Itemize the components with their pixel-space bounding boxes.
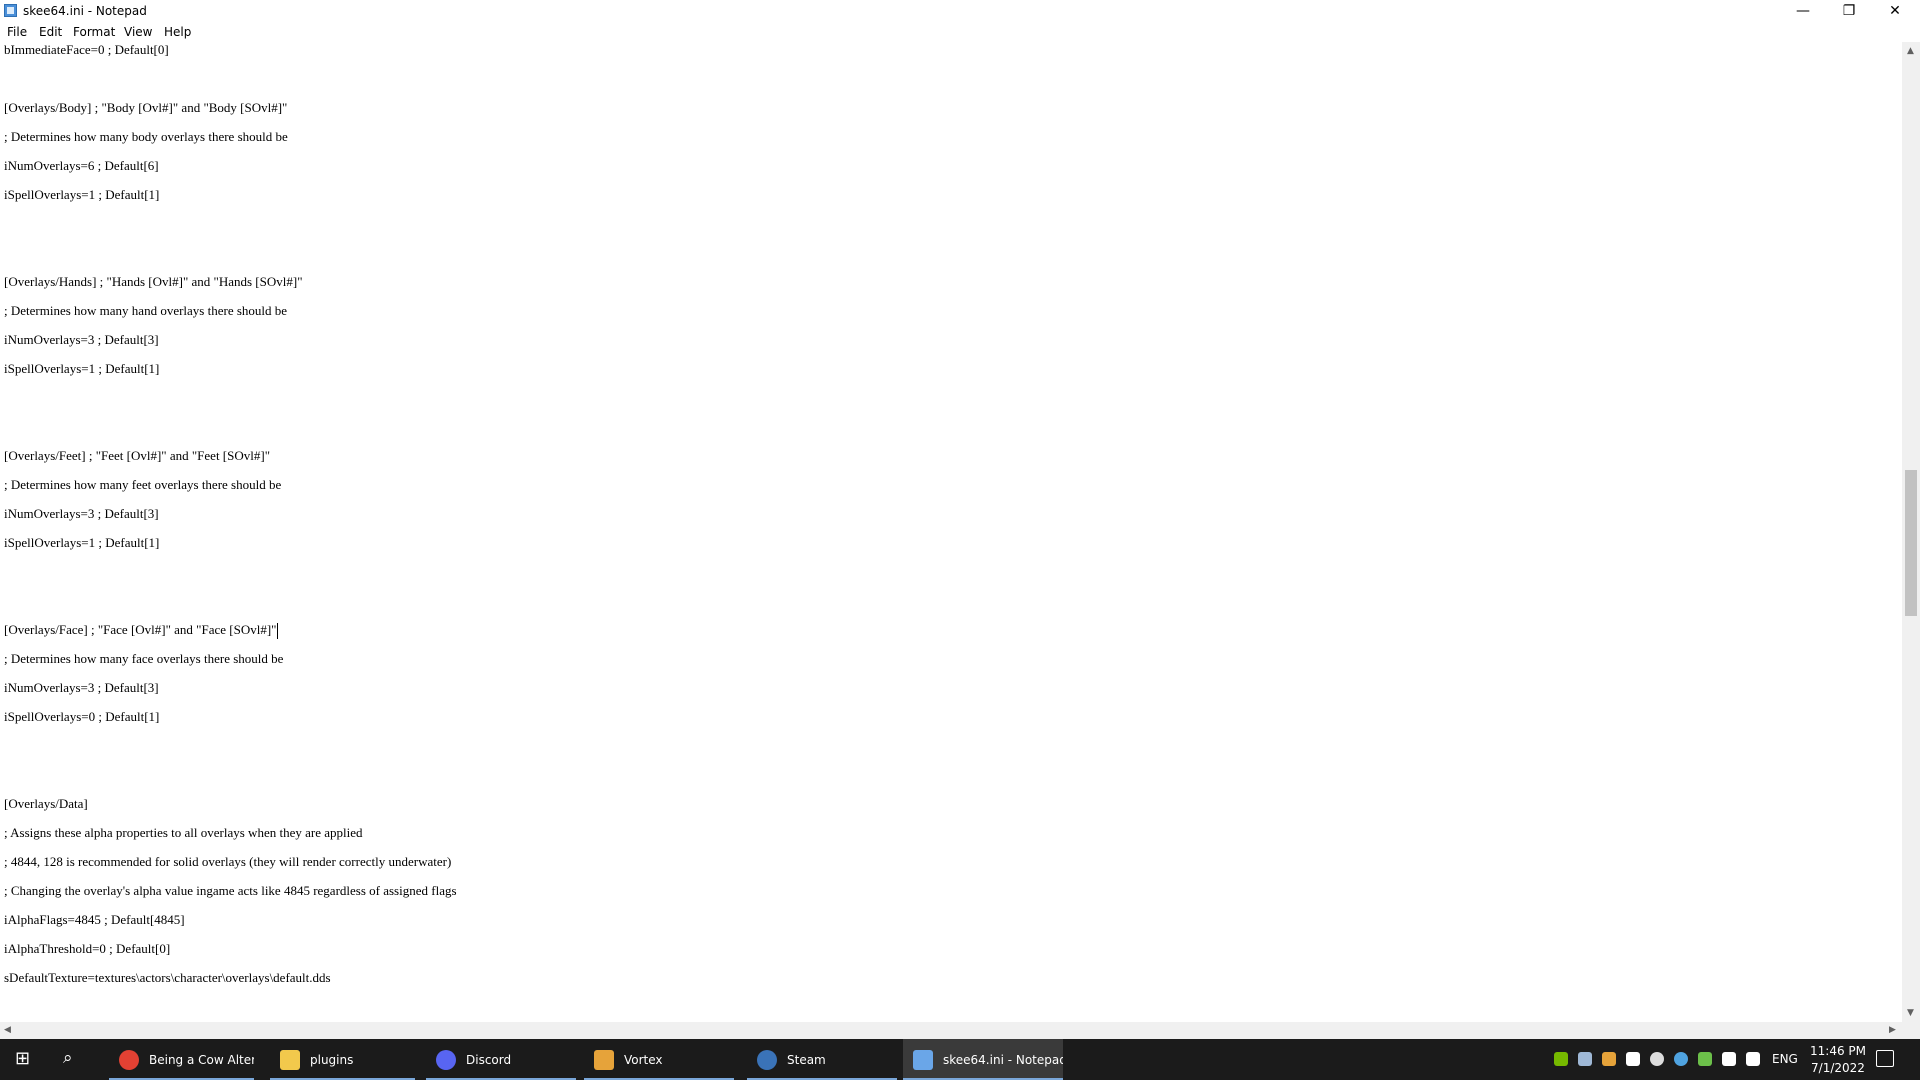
taskbar-app-notepad[interactable]: skee64.ini - Notepad <box>903 1039 1063 1080</box>
taskbar-app-label: plugins <box>310 1052 354 1067</box>
language-indicator[interactable]: ENG <box>1772 1052 1798 1066</box>
scroll-up-arrow-icon[interactable]: ▲ <box>1907 46 1914 56</box>
text-line: [Overlays/Data] <box>4 796 88 811</box>
text-line: iNumOverlays=3 ; Default[3] <box>4 680 159 695</box>
taskbar-app-label: skee64.ini - Notepad <box>943 1052 1063 1067</box>
steam-tray-icon[interactable] <box>1578 1052 1592 1066</box>
cloud-tray-icon[interactable] <box>1674 1052 1688 1066</box>
taskbar-app-label: Being a Cow Altern... <box>149 1052 254 1067</box>
notification-center-icon[interactable] <box>1876 1050 1894 1067</box>
taskbar-app-chrome[interactable]: Being a Cow Altern... <box>109 1039 254 1080</box>
text-line: iSpellOverlays=0 ; Default[1] <box>4 709 160 724</box>
menu-file[interactable]: File <box>7 25 27 39</box>
taskbar-app-discord[interactable]: Discord <box>426 1039 576 1080</box>
close-button[interactable]: ✕ <box>1872 0 1918 22</box>
text-line: sDefaultTexture=textures\actors\characte… <box>4 970 331 985</box>
taskbar-app-label: Steam <box>787 1052 826 1067</box>
folder-icon <box>280 1049 300 1070</box>
text-line: [Overlays/Feet] ; "Feet [Ovl#]" and "Fee… <box>4 448 270 463</box>
text-line: ; Determines how many hand overlays ther… <box>4 303 288 318</box>
minimize-button[interactable]: — <box>1780 0 1826 22</box>
nvidia-icon[interactable] <box>1554 1052 1568 1066</box>
search-icon[interactable]: ⌕ <box>63 1048 73 1068</box>
taskbar-app-steam[interactable]: Steam <box>747 1039 897 1080</box>
security-shield-icon[interactable] <box>1698 1052 1712 1066</box>
text-line: iSpellOverlays=1 ; Default[1] <box>4 187 160 202</box>
discord-tray-icon[interactable] <box>1626 1052 1640 1066</box>
vortex-icon <box>594 1049 614 1070</box>
text-line: iSpellOverlays=1 ; Default[1] <box>4 535 160 550</box>
scroll-down-arrow-icon[interactable]: ▼ <box>1907 1008 1914 1018</box>
menu-help[interactable]: Help <box>164 25 191 39</box>
text-line: iAlphaFlags=4845 ; Default[4845] <box>4 912 185 927</box>
steam-icon <box>757 1049 777 1070</box>
scroll-left-arrow-icon[interactable]: ◀ <box>4 1025 11 1035</box>
circle-tray-icon[interactable] <box>1650 1052 1664 1066</box>
taskbar-app-label: Discord <box>466 1052 512 1067</box>
text-editor[interactable]: bImmediateFace=0 ; Default[0] [Overlays/B… <box>0 42 1902 1022</box>
text-line: ; Assigns these alpha properties to all … <box>4 825 363 840</box>
vortex-tray-icon[interactable] <box>1602 1052 1616 1066</box>
text-line: [Overlays/Face] ; "Face [Ovl#]" and "Fac… <box>4 622 277 637</box>
vertical-scroll-thumb[interactable] <box>1905 470 1917 616</box>
clock-time[interactable]: 11:46 PM <box>1810 1044 1866 1058</box>
chrome-icon <box>119 1049 139 1070</box>
taskbar-app-vortex[interactable]: Vortex <box>584 1039 734 1080</box>
text-line: iNumOverlays=3 ; Default[3] <box>4 506 159 521</box>
scroll-right-arrow-icon[interactable]: ▶ <box>1889 1025 1896 1035</box>
discord-icon <box>436 1049 456 1070</box>
network-icon[interactable] <box>1722 1052 1736 1066</box>
text-line: ; Determines how many face overlays ther… <box>4 651 284 666</box>
text-line: ; 4844, 128 is recommended for solid ove… <box>4 854 452 869</box>
volume-icon[interactable] <box>1746 1052 1760 1066</box>
text-line: iAlphaThreshold=0 ; Default[0] <box>4 941 171 956</box>
text-line: bImmediateFace=0 ; Default[0] <box>4 42 169 57</box>
notepad-icon <box>913 1049 933 1070</box>
menu-format[interactable]: Format <box>73 25 115 39</box>
text-line: iNumOverlays=6 ; Default[6] <box>4 158 159 173</box>
text-line: [Overlays/Body] ; "Body [Ovl#]" and "Bod… <box>4 100 288 115</box>
vertical-scrollbar[interactable]: ▲ ▼ <box>1902 42 1920 1022</box>
scrollbar-corner <box>1902 1022 1920 1039</box>
text-line: ; Determines how many feet overlays ther… <box>4 477 282 492</box>
menu-bar: File Edit Format View Help <box>0 22 1920 43</box>
taskbar-app-label: Vortex <box>624 1052 663 1067</box>
title-bar: skee64.ini - Notepad — ❐ ✕ <box>0 0 1920 22</box>
clock-date[interactable]: 7/1/2022 <box>1810 1061 1866 1075</box>
windows-start-icon[interactable]: ⊞ <box>15 1048 30 1069</box>
text-line: [Overlays/Hands] ; "Hands [Ovl#]" and "H… <box>4 274 303 289</box>
text-line: iNumOverlays=3 ; Default[3] <box>4 332 159 347</box>
notepad-app-icon <box>4 4 17 17</box>
text-line: ; Determines how many body overlays ther… <box>4 129 288 144</box>
taskbar-app-folder[interactable]: plugins <box>270 1039 415 1080</box>
text-line: iSpellOverlays=1 ; Default[1] <box>4 361 160 376</box>
text-line: ; Changing the overlay's alpha value ing… <box>4 883 457 898</box>
maximize-button[interactable]: ❐ <box>1826 0 1872 22</box>
menu-view[interactable]: View <box>124 25 152 39</box>
text-caret <box>277 623 278 639</box>
menu-edit[interactable]: Edit <box>39 25 62 39</box>
taskbar: ⊞ ⌕ Being a Cow Altern... plugins Discord V… <box>0 1039 1920 1080</box>
horizontal-scrollbar[interactable]: ◀ ▶ <box>0 1022 1902 1039</box>
window-title: skee64.ini - Notepad <box>23 4 147 18</box>
